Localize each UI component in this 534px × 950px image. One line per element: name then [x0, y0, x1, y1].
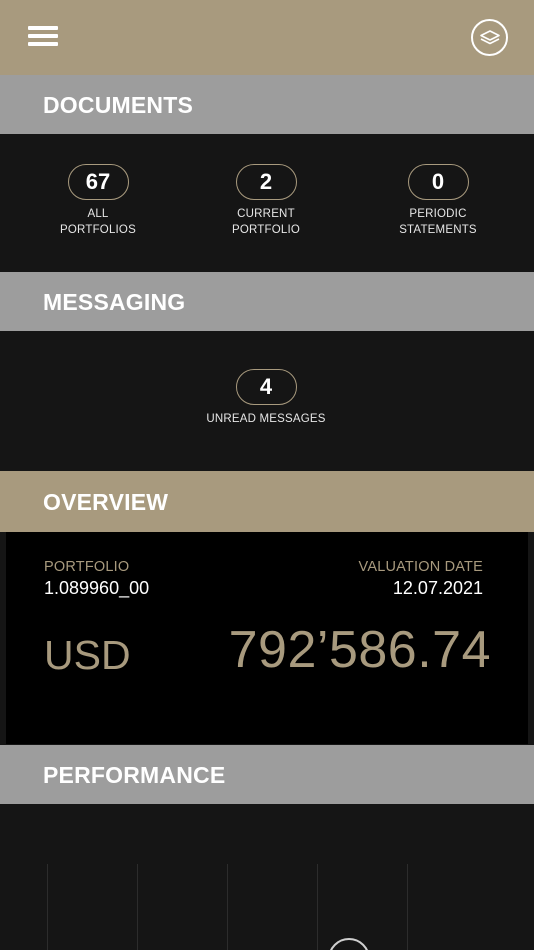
messaging-section-header[interactable]: MESSAGING	[0, 272, 534, 331]
unread-messages-stat[interactable]: 4 UNREAD MESSAGES	[186, 369, 346, 428]
layers-glyph-icon	[479, 29, 500, 44]
hamburger-menu-icon[interactable]	[28, 24, 58, 48]
periodic-statements-label: PERIODIC STATEMENTS	[399, 208, 477, 236]
performance-section-header[interactable]: PERFORMANCE	[0, 745, 534, 804]
top-bar	[0, 0, 534, 75]
valuation-date-label: VALUATION DATE	[358, 559, 483, 575]
chart-gridline	[407, 864, 408, 950]
performance-chart-area	[0, 804, 534, 950]
chart-gridline	[47, 864, 48, 950]
messaging-panel: 4 UNREAD MESSAGES	[0, 331, 534, 471]
overview-section-header[interactable]: OVERVIEW	[0, 471, 534, 532]
chart-gridline	[317, 864, 318, 950]
unread-messages-label: UNREAD MESSAGES	[206, 413, 326, 425]
current-portfolio-stat[interactable]: 2 CURRENT PORTFOLIO	[186, 164, 346, 238]
currency-code: USD	[44, 632, 131, 678]
performance-title: PERFORMANCE	[43, 762, 226, 788]
documents-section-header[interactable]: DOCUMENTS	[0, 75, 534, 134]
chart-gridline	[227, 864, 228, 950]
menu-bar-line	[28, 34, 58, 38]
portfolio-label: PORTFOLIO	[44, 559, 130, 575]
unread-messages-count: 4	[235, 369, 297, 405]
chart-selection-marker[interactable]	[328, 938, 370, 950]
documents-panel: 67 ALL PORTFOLIOS 2 CURRENT PORTFOLIO 0 …	[0, 134, 534, 272]
all-portfolios-stat[interactable]: 67 ALL PORTFOLIOS	[18, 164, 178, 238]
all-portfolios-label: ALL PORTFOLIOS	[60, 208, 136, 236]
valuation-date-value: 12.07.2021	[392, 578, 483, 598]
periodic-statements-count: 0	[407, 164, 469, 200]
documents-title: DOCUMENTS	[43, 92, 194, 118]
menu-bar-line	[28, 26, 58, 30]
chart-gridline	[137, 864, 138, 950]
overview-card[interactable]: PORTFOLIO 1.089960_00 VALUATION DATE 12.…	[6, 532, 528, 744]
portfolio-number: 1.089960_00	[44, 578, 150, 598]
messaging-title: MESSAGING	[43, 289, 186, 315]
portfolio-amount: 792’586.74	[228, 621, 491, 679]
current-portfolio-count: 2	[235, 164, 297, 200]
periodic-statements-stat[interactable]: 0 PERIODIC STATEMENTS	[358, 164, 518, 238]
menu-bar-line	[28, 42, 58, 46]
layers-logo-icon[interactable]	[471, 19, 508, 56]
overview-title: OVERVIEW	[43, 489, 169, 515]
current-portfolio-label: CURRENT PORTFOLIO	[231, 208, 301, 236]
all-portfolios-count: 67	[67, 164, 129, 200]
